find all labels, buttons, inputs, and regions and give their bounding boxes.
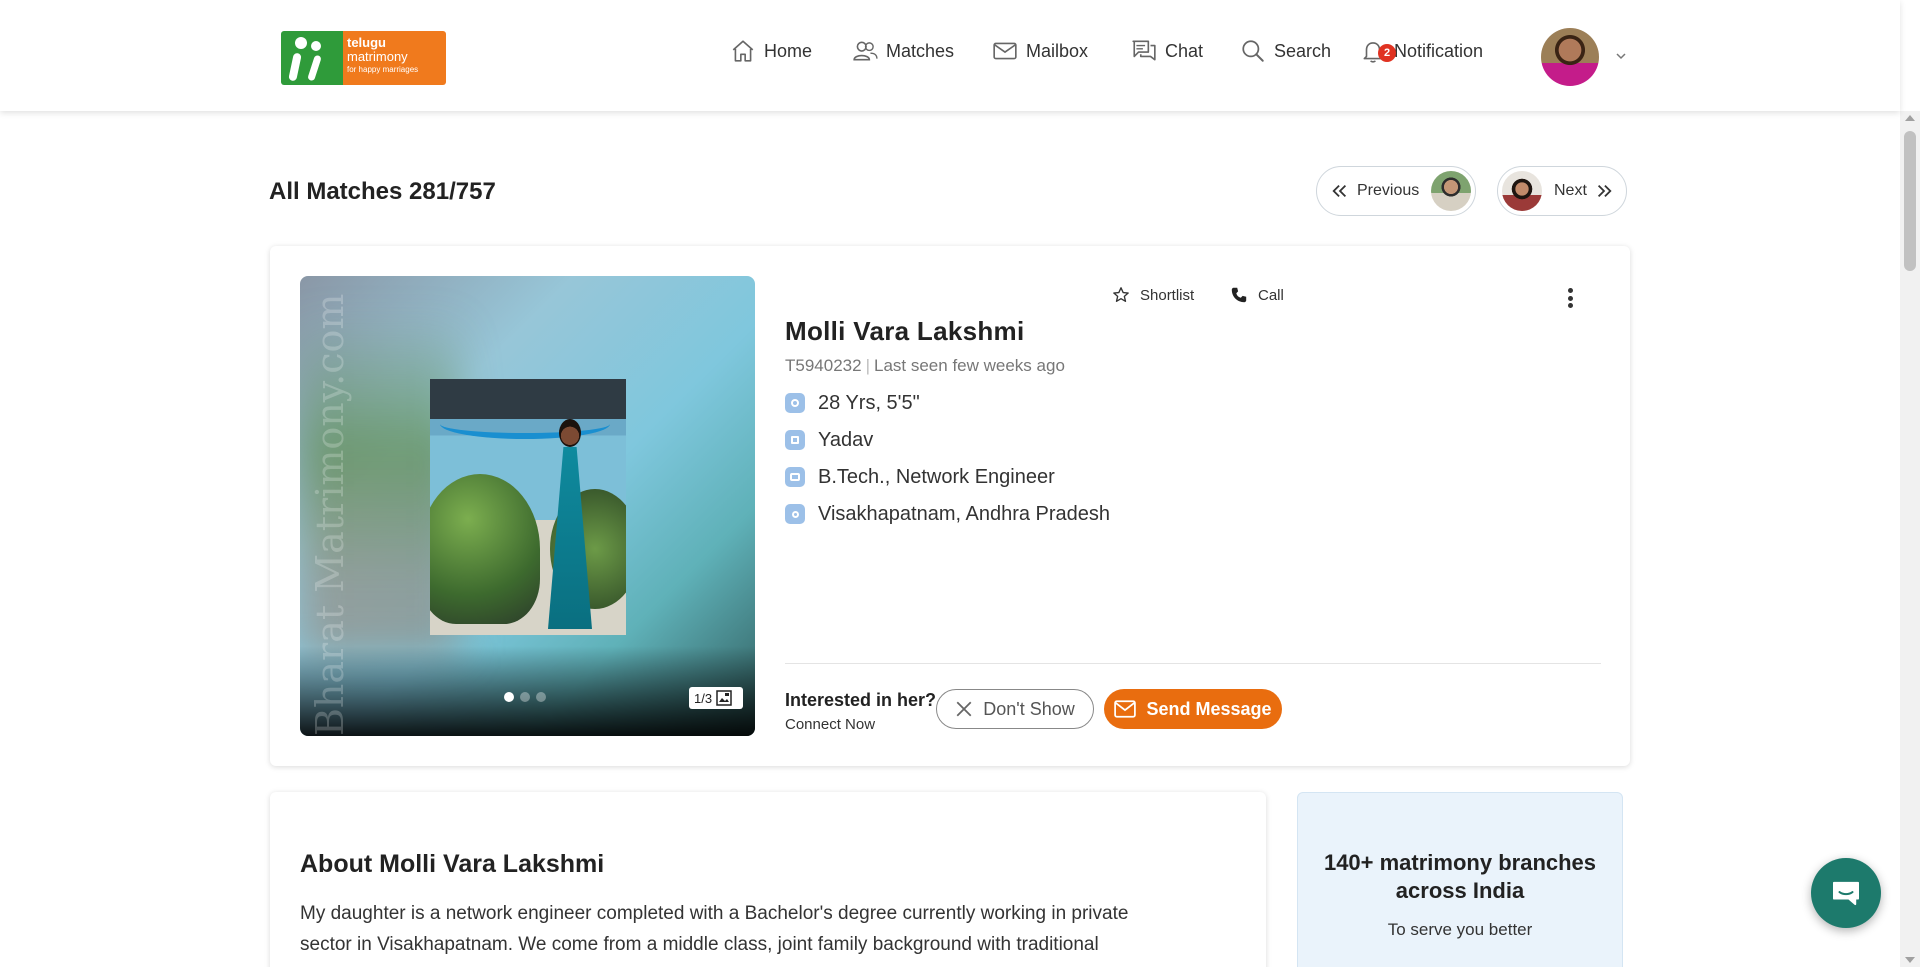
page-scrollbar[interactable] xyxy=(1900,111,1920,967)
branches-card[interactable]: 140+ matrimony branches across India To … xyxy=(1297,792,1623,967)
education-value: B.Tech., Network Engineer xyxy=(818,465,1055,488)
age-height-value: 28 Yrs, 5'5" xyxy=(818,391,920,414)
location-pin-icon xyxy=(785,504,805,524)
previous-label: Previous xyxy=(1357,182,1420,199)
previous-profile-avatar xyxy=(1431,171,1472,211)
profile-name: Molli Vara Lakshmi xyxy=(785,316,1025,346)
notification-badge: 2 xyxy=(1378,44,1396,62)
search-icon xyxy=(1242,40,1264,62)
logo-line2: matrimony xyxy=(347,49,408,64)
fact-age-height: 28 Yrs, 5'5" xyxy=(785,391,920,415)
about-text: My daughter is a network engineer comple… xyxy=(300,903,1129,967)
briefcase-icon xyxy=(785,467,805,487)
interest-question: Interested in her? xyxy=(785,690,937,710)
nav-chat-label: Chat xyxy=(1165,40,1204,61)
chat-support-button[interactable] xyxy=(1811,858,1881,928)
double-chevron-left-icon xyxy=(1332,184,1347,198)
dont-show-button[interactable]: Don't Show xyxy=(936,689,1094,729)
profile-card: Bharat Matrimony.com 1/3 Shortlist Call … xyxy=(270,246,1630,766)
telugu-matrimony-logo[interactable]: telugu matrimony for happy marriages xyxy=(281,31,446,85)
nav-search-label: Search xyxy=(1274,40,1332,61)
nav-mailbox-label: Mailbox xyxy=(1026,40,1089,61)
double-chevron-right-icon xyxy=(1597,184,1612,198)
send-message-button[interactable]: Send Message xyxy=(1104,689,1282,729)
photo-counter[interactable]: 1/3 xyxy=(689,687,743,709)
dont-show-label: Don't Show xyxy=(983,698,1075,719)
send-message-label: Send Message xyxy=(1146,698,1272,719)
call-button[interactable]: Call xyxy=(1230,286,1284,304)
fact-caste: Yadav xyxy=(785,428,873,452)
matches-icon xyxy=(853,41,878,61)
phone-icon xyxy=(1231,287,1247,303)
gallery-icon xyxy=(716,690,732,706)
branches-subtitle: To serve you better xyxy=(1387,920,1533,939)
profile-photo-carousel[interactable]: Bharat Matrimony.com 1/3 xyxy=(300,276,755,736)
next-profile-avatar xyxy=(1502,171,1542,211)
profile-meta: T5940232 | Last seen few weeks ago xyxy=(785,356,1065,375)
mail-icon xyxy=(1114,700,1137,718)
close-icon xyxy=(956,701,972,717)
next-label: Next xyxy=(1554,182,1587,199)
nav-search[interactable]: Search xyxy=(1240,38,1331,64)
card-divider xyxy=(785,663,1601,664)
nav-home[interactable]: Home xyxy=(730,38,812,64)
logo-figures-icon xyxy=(281,31,343,85)
chevron-down-icon[interactable] xyxy=(1614,49,1628,63)
nav-matches-label: Matches xyxy=(886,40,955,61)
caste-value: Yadav xyxy=(818,428,874,451)
about-title: About Molli Vara Lakshmi xyxy=(300,850,605,878)
photo-counter-text: 1/3 xyxy=(694,690,713,706)
carousel-dot[interactable] xyxy=(536,692,546,702)
nav-home-label: Home xyxy=(764,40,813,61)
more-vertical-icon[interactable] xyxy=(1568,288,1574,308)
page-title: All Matches 281/757 xyxy=(269,178,496,205)
star-icon xyxy=(1113,287,1129,302)
nav-matches[interactable]: Matches xyxy=(852,38,954,64)
shortlist-button[interactable]: Shortlist xyxy=(1112,286,1194,304)
mailbox-icon xyxy=(993,42,1017,60)
profile-photo[interactable] xyxy=(430,379,626,635)
logo-tagline: for happy marriages xyxy=(347,65,419,74)
carousel-dots[interactable] xyxy=(504,692,546,702)
last-seen: Last seen few weeks ago xyxy=(874,356,1065,375)
carousel-dot[interactable] xyxy=(504,692,514,702)
nav-chat[interactable]: Chat xyxy=(1131,38,1203,64)
community-icon xyxy=(785,430,805,450)
chat-icon xyxy=(1132,40,1156,61)
nav-notification-label: Notification xyxy=(1394,40,1484,61)
top-header: telugu matrimony for happy marriages Hom… xyxy=(0,0,1900,111)
branches-title: 140+ matrimony branches across India xyxy=(1323,850,1597,903)
age-icon xyxy=(785,393,805,413)
previous-profile-button[interactable]: Previous xyxy=(1316,166,1476,216)
scroll-down-arrow[interactable] xyxy=(1905,957,1915,963)
logo-line1: telugu xyxy=(347,35,386,50)
about-card: About Molli Vara Lakshmi My daughter is … xyxy=(270,792,1266,967)
scroll-thumb[interactable] xyxy=(1904,131,1916,271)
scroll-up-arrow[interactable] xyxy=(1905,115,1915,121)
location-value: Visakhapatnam, Andhra Pradesh xyxy=(818,502,1111,525)
profile-id: T5940232 xyxy=(785,356,862,375)
chat-bubble-icon xyxy=(1833,881,1859,906)
home-icon xyxy=(732,40,754,62)
user-avatar[interactable] xyxy=(1541,28,1599,86)
carousel-dot[interactable] xyxy=(520,692,530,702)
shortlist-label: Shortlist xyxy=(1140,286,1195,304)
logo-text: telugu matrimony for happy marriages xyxy=(343,31,446,85)
fact-education: B.Tech., Network Engineer xyxy=(785,465,1055,489)
next-profile-button[interactable]: Next xyxy=(1497,166,1627,216)
connect-now-label: Connect Now xyxy=(785,716,876,733)
call-label: Call xyxy=(1258,286,1284,304)
photo-watermark: Bharat Matrimony.com xyxy=(308,293,352,736)
nav-mailbox[interactable]: Mailbox xyxy=(992,38,1088,64)
fact-location: Visakhapatnam, Andhra Pradesh xyxy=(785,502,1110,526)
